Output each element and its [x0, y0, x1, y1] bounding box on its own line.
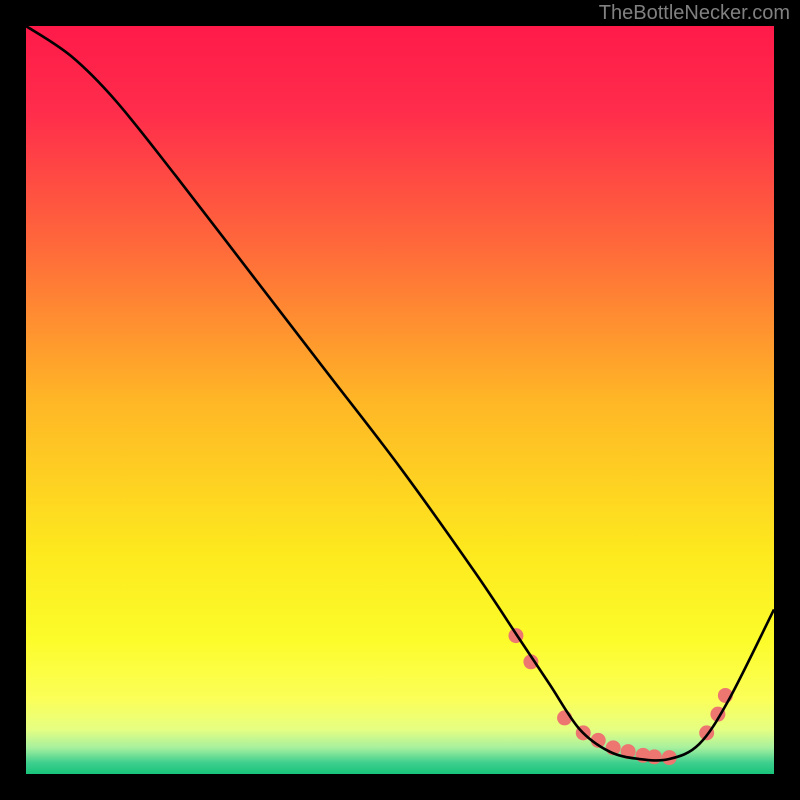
chart-plot-area [26, 26, 774, 774]
chart-background [26, 26, 774, 774]
watermark-text: TheBottleNecker.com [599, 2, 790, 25]
chart-marker-dot [647, 749, 662, 764]
chart-svg [26, 26, 774, 774]
